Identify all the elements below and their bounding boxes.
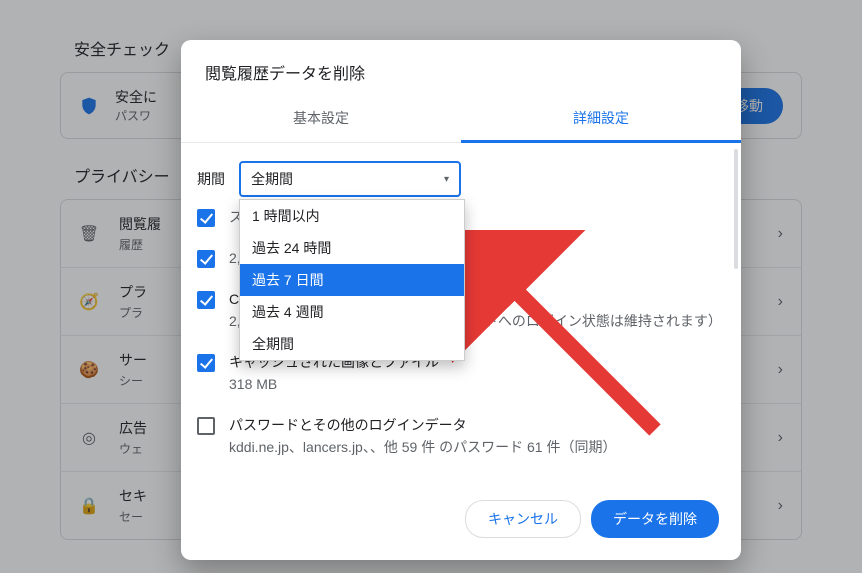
- time-range-select[interactable]: 全期間 1 時間以内過去 24 時間過去 7 日間過去 4 週間全期間: [239, 161, 461, 197]
- cancel-button[interactable]: キャンセル: [465, 500, 581, 538]
- scrollbar[interactable]: [734, 149, 738, 486]
- clear-option-checkbox[interactable]: [197, 250, 215, 268]
- clear-browsing-data-dialog: 閲覧履歴データを削除 基本設定 詳細設定 期間 全期間 1 時間以内過去 24 …: [181, 40, 741, 560]
- clear-option-sub: kddi.ne.jp、lancers.jp、、他 59 件 のパスワード 61 …: [229, 437, 616, 458]
- clear-option-row: パスワードとその他のログインデータkddi.ne.jp、lancers.jp、、…: [197, 415, 715, 458]
- time-range-dropdown: 1 時間以内過去 24 時間過去 7 日間過去 4 週間全期間: [239, 199, 465, 361]
- dialog-tabs: 基本設定 詳細設定: [181, 98, 741, 143]
- clear-option-checkbox[interactable]: [197, 209, 215, 227]
- time-range-value: 全期間: [251, 169, 293, 189]
- dialog-title: 閲覧履歴データを削除: [181, 40, 741, 98]
- clear-data-button[interactable]: データを削除: [591, 500, 719, 538]
- clear-option-sub: 318 MB: [229, 374, 439, 395]
- time-range-option[interactable]: 過去 24 時間: [240, 232, 464, 264]
- tab-advanced[interactable]: 詳細設定: [461, 98, 741, 143]
- clear-option-checkbox[interactable]: [197, 417, 215, 435]
- tab-basic[interactable]: 基本設定: [181, 98, 461, 142]
- dialog-body: 期間 全期間 1 時間以内過去 24 時間過去 7 日間過去 4 週間全期間 ス…: [181, 143, 741, 486]
- clear-option-checkbox[interactable]: [197, 354, 215, 372]
- time-range-option[interactable]: 過去 4 週間: [240, 296, 464, 328]
- clear-option-title: パスワードとその他のログインデータ: [229, 415, 616, 435]
- dialog-footer: キャンセル データを削除: [181, 486, 741, 560]
- time-range-option[interactable]: 過去 7 日間: [240, 264, 464, 296]
- time-range-option[interactable]: 1 時間以内: [240, 200, 464, 232]
- time-range-label: 期間: [197, 169, 225, 189]
- time-range-option[interactable]: 全期間: [240, 328, 464, 360]
- clear-option-checkbox[interactable]: [197, 291, 215, 309]
